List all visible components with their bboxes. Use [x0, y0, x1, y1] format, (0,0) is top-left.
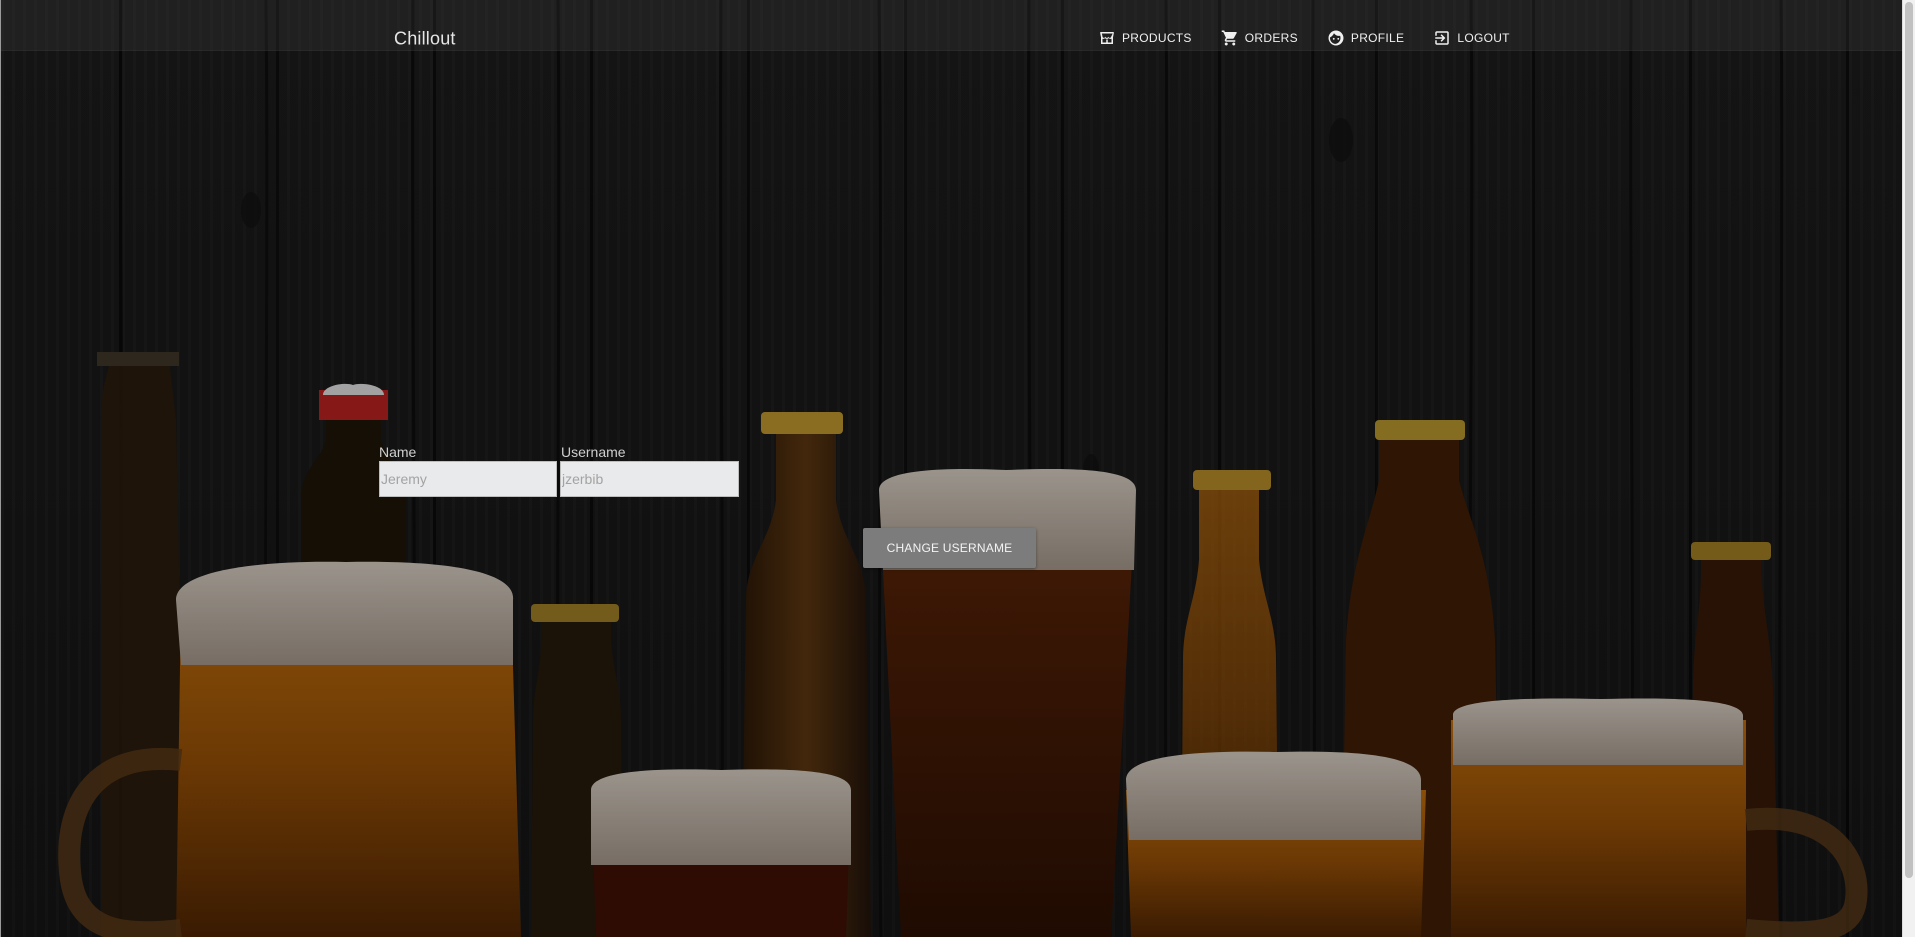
scrollbar-thumb[interactable] — [1905, 2, 1913, 878]
top-navbar: Chillout PRODUCTS ORDERS PROFILE LOGOUT — [1, 0, 1903, 51]
logout-icon — [1435, 31, 1450, 45]
name-label: Name — [379, 444, 417, 460]
brand-title[interactable]: Chillout — [394, 29, 456, 50]
main-nav: PRODUCTS ORDERS PROFILE LOGOUT — [1098, 29, 1539, 47]
nav-label-products: PRODUCTS — [1122, 31, 1192, 45]
change-username-button[interactable]: CHANGE USERNAME — [863, 528, 1036, 568]
nav-label-orders: ORDERS — [1244, 31, 1298, 45]
wood-wall-background — [1, 0, 1915, 937]
username-label: Username — [561, 444, 626, 460]
face-icon — [1328, 30, 1344, 46]
name-field[interactable] — [379, 461, 557, 497]
nav-label-profile: PROFILE — [1350, 31, 1405, 45]
vertical-scrollbar[interactable] — [1902, 0, 1915, 937]
nav-item-logout[interactable]: LOGOUT — [1433, 29, 1510, 47]
username-field[interactable] — [560, 461, 739, 497]
store-icon — [1100, 32, 1114, 44]
cart-icon — [1221, 30, 1237, 46]
page: Chillout PRODUCTS ORDERS PROFILE LOGOUT … — [0, 0, 1915, 937]
nav-label-logout: LOGOUT — [1457, 31, 1510, 45]
nav-item-orders[interactable]: ORDERS — [1221, 29, 1298, 47]
nav-item-products[interactable]: PRODUCTS — [1098, 29, 1192, 47]
nav-item-profile[interactable]: PROFILE — [1327, 29, 1404, 47]
